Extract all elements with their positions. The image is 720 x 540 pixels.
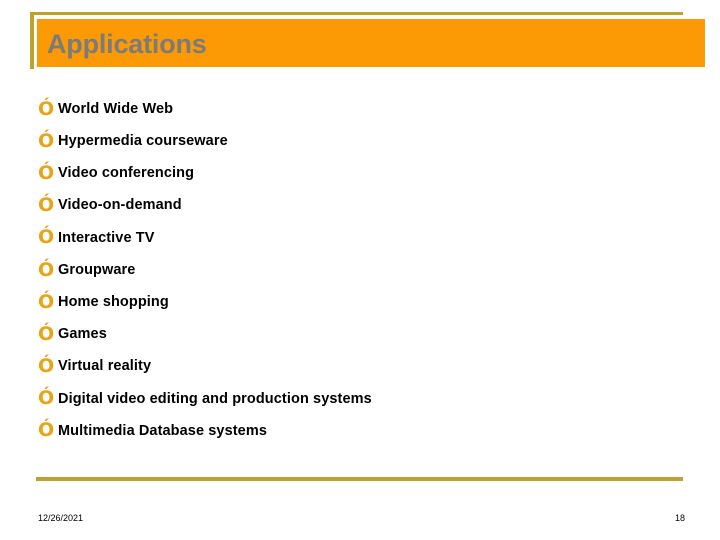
list-item: Ó Multimedia Database systems (38, 415, 698, 447)
bullet-list: Ó World Wide Web Ó Hypermedia courseware… (38, 93, 698, 447)
list-item-label: Games (58, 326, 107, 343)
ring-bullet-icon: Ó (38, 226, 55, 249)
slide-canvas: Applications Ó World Wide Web Ó Hypermed… (0, 0, 720, 540)
list-item: Ó Hypermedia courseware (38, 125, 698, 157)
list-item: Ó Video-on-demand (38, 190, 698, 222)
title-top-rule (30, 12, 683, 15)
ring-bullet-icon: Ó (38, 387, 55, 410)
page-title: Applications (47, 29, 207, 59)
list-item: Ó Digital video editing and production s… (38, 383, 698, 415)
list-item: Ó Interactive TV (38, 222, 698, 254)
list-item-label: Home shopping (58, 293, 169, 310)
list-item-label: Groupware (58, 261, 136, 278)
ring-bullet-icon: Ó (38, 290, 55, 313)
list-item-label: Hypermedia courseware (58, 133, 228, 150)
ring-bullet-icon: Ó (38, 258, 55, 281)
list-item-label: Video conferencing (58, 165, 195, 182)
ring-bullet-icon: Ó (38, 97, 55, 120)
ring-bullet-icon: Ó (38, 161, 55, 184)
ring-bullet-icon: Ó (38, 355, 55, 378)
list-item-label: Virtual reality (58, 358, 152, 375)
list-item: Ó Virtual reality (38, 351, 698, 383)
footer-divider-rule (36, 477, 683, 481)
list-item: Ó Groupware (38, 254, 698, 286)
list-item-label: Interactive TV (58, 229, 155, 246)
list-item-label: Video-on-demand (58, 197, 182, 214)
list-item: Ó Home shopping (38, 286, 698, 318)
list-item: Ó World Wide Web (38, 93, 698, 125)
ring-bullet-icon: Ó (38, 419, 55, 442)
title-left-accent-bar (30, 12, 34, 69)
list-item: Ó Video conferencing (38, 157, 698, 189)
slide-title-block: Applications (0, 0, 720, 80)
footer-page-number: 18 (674, 513, 685, 523)
list-item-label: World Wide Web (58, 100, 174, 117)
list-item-label: Multimedia Database systems (58, 422, 268, 439)
list-item: Ó Games (38, 318, 698, 350)
ring-bullet-icon: Ó (38, 322, 55, 345)
list-item-label: Digital video editing and production sys… (58, 390, 372, 407)
footer-date: 12/26/2021 (38, 513, 84, 523)
ring-bullet-icon: Ó (38, 129, 55, 152)
ring-bullet-icon: Ó (38, 194, 55, 217)
